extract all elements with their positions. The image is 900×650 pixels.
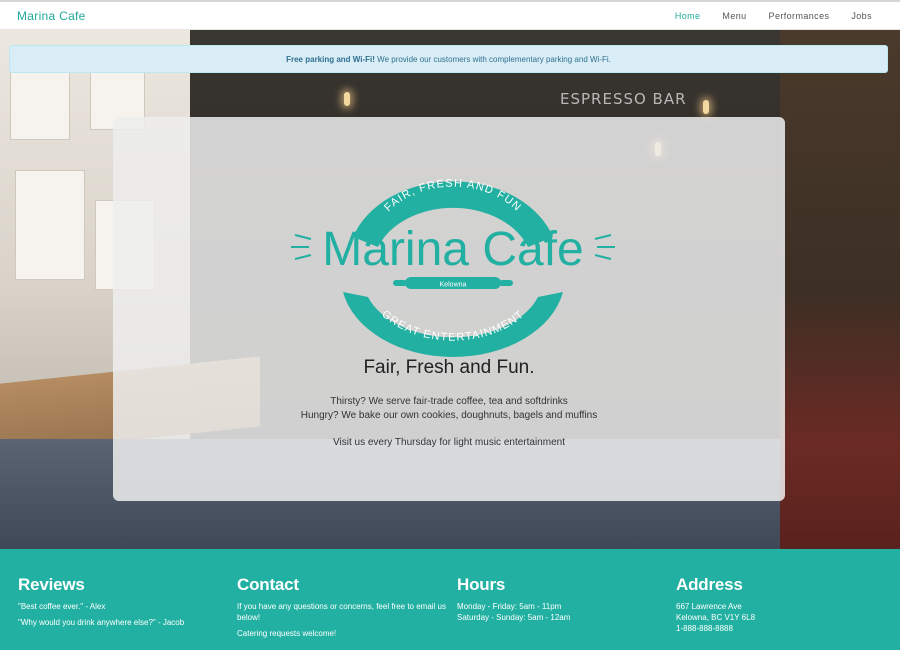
notice-text: We provide our customers with complement… <box>374 55 611 64</box>
nav-menu-link[interactable]: Menu <box>722 11 746 21</box>
brand-link[interactable]: Marina Cafe <box>17 9 86 23</box>
contact-text: If you have any questions or concerns, f… <box>237 602 447 622</box>
footer: Reviews "Best coffee ever." - Alex "Why … <box>0 549 900 650</box>
address-city: Kelowna, BC V1Y 6L8 <box>676 613 756 622</box>
lamp-icon <box>703 100 709 114</box>
card-line-food: Hungry? We bake our own cookies, doughnu… <box>300 410 598 421</box>
wall-art <box>15 170 85 280</box>
navbar: Marina Cafe Home Menu Performances Jobs <box>0 2 900 30</box>
nav-jobs[interactable]: Jobs <box>851 11 872 21</box>
nav-menu: Home Menu Performances Jobs <box>653 11 872 21</box>
catering-text: Catering requests welcome! <box>237 629 337 638</box>
card-visit-text: Visit us every Thursday for light music … <box>333 437 565 448</box>
nav-performances[interactable]: Performances <box>769 11 830 21</box>
contact-title: Contact <box>237 575 299 594</box>
logo-place: Kelowna <box>440 282 467 289</box>
card-description: Thirsty? We serve fair-trade coffee, tea… <box>113 395 785 423</box>
footer-hours: Hours Monday - Friday: 5am - 11pm Saturd… <box>457 575 667 623</box>
address-phone: 1-888-888-8888 <box>676 624 733 633</box>
review-item: "Best coffee ever." - Alex <box>18 602 106 611</box>
logo-bottom-band <box>343 292 563 357</box>
address-title: Address <box>676 575 743 594</box>
footer-contact: Contact If you have any questions or con… <box>237 575 447 639</box>
hours-weekday: Monday - Friday: 5am - 11pm <box>457 602 562 611</box>
notice-bold: Free parking and Wi-Fi! <box>286 55 375 64</box>
nav-home[interactable]: Home <box>675 11 701 21</box>
hero-shelf <box>780 30 900 549</box>
card-headline: Fair, Fresh and Fun. <box>363 357 535 378</box>
address-street: 667 Lawrence Ave <box>676 602 742 611</box>
marina-cafe-logo: FAIR, FRESH AND FUN Marina Cafe Kelowna … <box>291 177 615 357</box>
lamp-icon <box>344 92 350 106</box>
hours-title: Hours <box>457 575 506 594</box>
rolling-pin-icon: Kelowna <box>393 277 513 289</box>
footer-address: Address 667 Lawrence Ave Kelowna, BC V1Y… <box>676 575 886 634</box>
welcome-card: FAIR, FRESH AND FUN Marina Cafe Kelowna … <box>113 117 785 501</box>
reviews-title: Reviews <box>18 575 85 594</box>
parking-wifi-alert: Free parking and Wi-Fi! We provide our c… <box>9 45 888 73</box>
review-item: "Why would you drink anywhere else?" - J… <box>18 618 185 627</box>
logo-name: Marina Cafe <box>322 223 583 276</box>
card-line-drinks: Thirsty? We serve fair-trade coffee, tea… <box>330 396 568 407</box>
footer-reviews: Reviews "Best coffee ever." - Alex "Why … <box>18 575 228 628</box>
hours-weekend: Saturday - Sunday: 5am - 12am <box>457 613 571 622</box>
espresso-bar-sign: ESPRESSO BAR <box>560 90 687 108</box>
